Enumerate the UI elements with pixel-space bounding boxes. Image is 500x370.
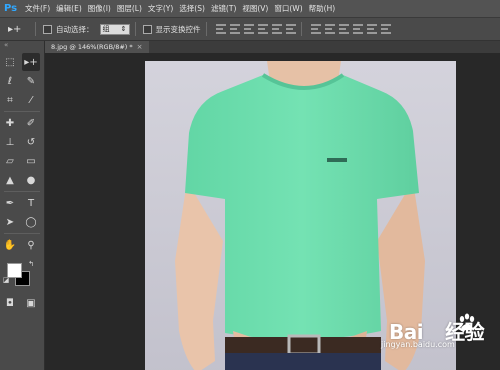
distribute-vcenter-icon[interactable]: [324, 24, 335, 34]
clone-stamp-tool-icon[interactable]: ⊥: [1, 133, 19, 151]
show-transform-label: 显示变换控件: [155, 24, 201, 34]
align-left-icon[interactable]: [257, 24, 268, 34]
chest-logo: [327, 158, 347, 162]
menu-edit[interactable]: 编辑(E): [56, 3, 82, 14]
crop-tool-icon[interactable]: ⌗: [1, 91, 19, 109]
auto-select-dropdown[interactable]: 组 ⇕: [99, 23, 130, 35]
move-tool-icon[interactable]: ▸+: [8, 24, 30, 35]
pen-tool-icon[interactable]: ✒: [1, 194, 19, 212]
menu-image[interactable]: 图像(I): [88, 3, 111, 14]
distribute-left-icon[interactable]: [352, 24, 363, 34]
align-vcenter-icon[interactable]: [229, 24, 240, 34]
blur-tool-icon[interactable]: ▲: [1, 171, 19, 189]
belt: [225, 337, 381, 353]
menu-window[interactable]: 窗口(W): [274, 3, 302, 14]
align-top-icon[interactable]: [215, 24, 226, 34]
menu-view[interactable]: 视图(V): [242, 3, 268, 14]
document-tab-bar: 8.jpg @ 146%(RGB/8#) * ×: [45, 41, 500, 53]
menu-help[interactable]: 帮助(H): [309, 3, 336, 14]
auto-select-checkbox[interactable]: [43, 24, 52, 34]
move-tool-icon[interactable]: ▸+: [22, 53, 40, 71]
tools-panel: « ⬚ ▸+ ℓ ✎ ⌗ ⁄ ✚ ✐ ⊥ ↺ ▱ ▭ ▲ ● ✒ T ➤ ◯ ✋…: [0, 41, 45, 370]
path-select-tool-icon[interactable]: ➤: [1, 213, 19, 231]
chevron-down-icon: ⇕: [120, 25, 127, 33]
align-hcenter-icon[interactable]: [271, 24, 282, 34]
screen-mode-icon[interactable]: ▣: [22, 294, 40, 312]
type-tool-icon[interactable]: T: [22, 194, 40, 212]
document-tab-title: 8.jpg @ 146%(RGB/8#) *: [51, 43, 133, 51]
document-tab[interactable]: 8.jpg @ 146%(RGB/8#) * ×: [45, 41, 149, 53]
close-icon[interactable]: ×: [137, 43, 143, 51]
divider: [4, 191, 40, 192]
zoom-tool-icon[interactable]: ⚲: [22, 236, 40, 254]
quick-mask-icon[interactable]: ◘: [1, 294, 19, 312]
eraser-tool-icon[interactable]: ▱: [1, 152, 19, 170]
divider: [4, 111, 40, 112]
distribute-hcenter-icon[interactable]: [366, 24, 377, 34]
divider: [134, 22, 136, 36]
watermark: Bai 经验 jingyan.baidu.com: [375, 313, 500, 352]
show-transform-checkbox[interactable]: [142, 24, 152, 34]
eyedropper-tool-icon[interactable]: ⁄: [22, 91, 40, 109]
brush-tool-icon[interactable]: ✐: [22, 114, 40, 132]
divider: [300, 22, 302, 36]
canvas-area[interactable]: Bai 经验 jingyan.baidu.com: [45, 53, 500, 370]
menu-filter[interactable]: 滤镜(T): [211, 3, 236, 14]
auto-select-value: 组: [102, 25, 110, 33]
hand-tool-icon[interactable]: ✋: [1, 236, 19, 254]
foreground-color-swatch[interactable]: [7, 263, 22, 278]
align-right-icon[interactable]: [285, 24, 296, 34]
history-brush-tool-icon[interactable]: ↺: [22, 133, 40, 151]
menu-file[interactable]: 文件(F): [25, 3, 50, 14]
healing-brush-tool-icon[interactable]: ✚: [1, 114, 19, 132]
options-bar: ▸+ 自动选择： 组 ⇕ 显示变换控件: [0, 18, 500, 41]
rect-marquee-tool-icon[interactable]: ⬚: [1, 53, 19, 71]
menu-select[interactable]: 选择(S): [179, 3, 205, 14]
distribute-bottom-icon[interactable]: [338, 24, 349, 34]
lasso-tool-icon[interactable]: ℓ: [1, 72, 19, 90]
photoshop-logo[interactable]: Ps: [2, 0, 19, 17]
menu-bar: Ps 文件(F) 编辑(E) 图像(I) 图层(L) 文字(Y) 选择(S) 滤…: [0, 0, 500, 18]
auto-select-label: 自动选择：: [56, 24, 94, 34]
distribute-top-icon[interactable]: [310, 24, 321, 34]
menu-type[interactable]: 文字(Y): [148, 3, 173, 14]
distribute-right-icon[interactable]: [380, 24, 391, 34]
panel-collapse-icon[interactable]: «: [4, 41, 8, 49]
divider: [4, 233, 40, 234]
paw-logo-icon: [459, 313, 475, 331]
swap-colors-icon[interactable]: ↰: [26, 259, 36, 269]
menu-layer[interactable]: 图层(L): [117, 3, 142, 14]
ellipse-tool-icon[interactable]: ◯: [22, 213, 40, 231]
jeans: [225, 353, 381, 370]
divider: [35, 22, 36, 36]
divider: [205, 22, 207, 36]
gradient-tool-icon[interactable]: ▭: [22, 152, 40, 170]
dodge-tool-icon[interactable]: ●: [22, 171, 40, 189]
align-bottom-icon[interactable]: [243, 24, 254, 34]
quick-select-tool-icon[interactable]: ✎: [22, 72, 40, 90]
watermark-url: jingyan.baidu.com: [381, 340, 455, 349]
